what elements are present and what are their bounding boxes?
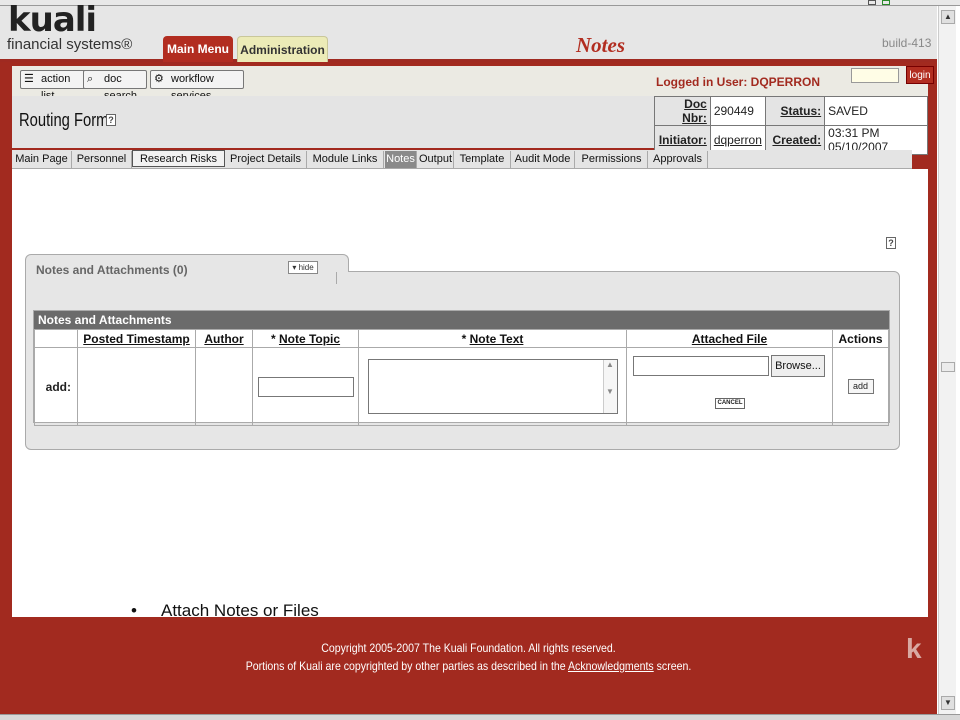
acknowledgments-link[interactable]: Acknowledgments bbox=[568, 659, 654, 673]
note-topic-cell bbox=[252, 347, 359, 426]
notes-section-tab: Notes and Attachments (0) ▾ hide bbox=[25, 254, 337, 284]
tab-personnel[interactable]: Personnel bbox=[72, 151, 132, 168]
document-tabs: Main Page Personnel Research Risks Proje… bbox=[12, 150, 912, 169]
action-list-button[interactable]: ☰ action list bbox=[20, 70, 88, 102]
tab-notes[interactable]: Notes bbox=[385, 151, 417, 168]
app-header: kuali financial systems® Main Menu Admin… bbox=[0, 0, 937, 62]
notes-section-title: Notes and Attachments (0) bbox=[36, 263, 188, 277]
logged-in-user: Logged in User: DQPERRON bbox=[656, 75, 821, 89]
footer-portions: Portions of Kuali are copyrighted by oth… bbox=[245, 659, 692, 673]
posted-timestamp-cell bbox=[77, 347, 196, 426]
note-text-cell: ▲ ▼ bbox=[358, 347, 627, 426]
textarea-scrollbar[interactable]: ▲ ▼ bbox=[602, 360, 617, 413]
document-info-table: Doc Nbr: 290449 Status: SAVED Initiator:… bbox=[654, 96, 928, 155]
cancel-button[interactable]: CANCEL bbox=[715, 398, 745, 409]
doc-nbr-label: Doc Nbr: bbox=[654, 96, 711, 126]
status-label: Status: bbox=[764, 96, 826, 126]
window-maximize-icon[interactable] bbox=[882, 0, 890, 5]
tab-project-details[interactable]: Project Details bbox=[225, 151, 307, 168]
tab-module-links[interactable]: Module Links bbox=[307, 151, 384, 168]
add-note-button[interactable]: add bbox=[847, 379, 874, 394]
browser-status-bar bbox=[0, 714, 960, 720]
col-note-text[interactable]: * Note Text bbox=[358, 329, 627, 348]
search-icon: ⌕ bbox=[87, 73, 94, 85]
notes-section: Notes and Attachments (0) ▾ hide Notes a… bbox=[25, 254, 900, 450]
section-help-icon[interactable]: ? bbox=[886, 237, 896, 249]
kuali-logo: kuali bbox=[8, 0, 97, 40]
tab-main-menu[interactable]: Main Menu bbox=[163, 36, 233, 62]
table-row: add: ▲ ▼ Browse... CANCEL add bbox=[34, 347, 889, 426]
note-text-area[interactable]: ▲ ▼ bbox=[367, 359, 618, 414]
window-minimize-icon[interactable] bbox=[868, 0, 876, 5]
col-author[interactable]: Author bbox=[195, 329, 253, 348]
notes-table-container: Notes and Attachments Posted Timestamp A… bbox=[33, 310, 890, 426]
row-label-header bbox=[34, 329, 78, 348]
build-number: build-413 bbox=[882, 36, 932, 50]
kuali-logo-subtitle: financial systems® bbox=[7, 36, 133, 53]
add-row-label: add: bbox=[34, 347, 78, 426]
login-button[interactable]: login bbox=[906, 66, 934, 84]
kuali-footer-logo-icon: k bbox=[906, 633, 922, 664]
tab-research-risks[interactable]: Research Risks bbox=[132, 150, 225, 167]
author-cell bbox=[195, 347, 253, 426]
scroll-thumb[interactable] bbox=[941, 362, 955, 372]
tab-approvals[interactable]: Approvals bbox=[648, 151, 708, 168]
vertical-scrollbar[interactable]: ▲ ▼ bbox=[938, 6, 956, 714]
doc-search-button[interactable]: ⌕ doc search bbox=[83, 70, 147, 102]
doc-nbr-value: 290449 bbox=[709, 96, 766, 126]
notes-table-title: Notes and Attachments bbox=[34, 311, 889, 329]
tab-output[interactable]: Output bbox=[418, 151, 454, 168]
tab-template[interactable]: Template bbox=[454, 151, 511, 168]
tab-main-page[interactable]: Main Page bbox=[12, 151, 72, 168]
toolbar: ☰ action list ⌕ doc search ⚙ workflow se… bbox=[12, 66, 934, 102]
attached-file-input[interactable] bbox=[633, 356, 769, 376]
status-value: SAVED bbox=[824, 96, 928, 126]
tab-audit-mode[interactable]: Audit Mode bbox=[511, 151, 575, 168]
list-icon: ☰ bbox=[24, 73, 34, 85]
notes-section-tab-corner bbox=[335, 254, 349, 272]
workflow-services-button[interactable]: ⚙ workflow services bbox=[150, 70, 244, 102]
scroll-down-icon[interactable]: ▼ bbox=[941, 696, 955, 710]
col-attached-file[interactable]: Attached File bbox=[626, 329, 833, 348]
tab-administration[interactable]: Administration bbox=[237, 36, 328, 62]
login-input[interactable] bbox=[851, 68, 899, 83]
footer-copyright: Copyright 2005-2007 The Kuali Foundation… bbox=[321, 641, 616, 655]
col-actions: Actions bbox=[832, 329, 889, 348]
col-posted-timestamp[interactable]: Posted Timestamp bbox=[77, 329, 196, 348]
browse-button[interactable]: Browse... bbox=[771, 355, 825, 377]
notes-table: Posted Timestamp Author * Note Topic * N… bbox=[34, 329, 889, 426]
help-icon[interactable]: ? bbox=[106, 114, 116, 126]
note-topic-input[interactable] bbox=[257, 376, 354, 397]
scroll-up-icon[interactable]: ▲ bbox=[941, 10, 955, 24]
col-note-topic[interactable]: * Note Topic bbox=[252, 329, 359, 348]
table-header-row: Posted Timestamp Author * Note Topic * N… bbox=[34, 329, 889, 348]
footer-text: Copyright 2005-2007 The Kuali Foundation… bbox=[56, 639, 881, 675]
attached-file-cell: Browse... CANCEL bbox=[626, 347, 833, 426]
footer: Copyright 2005-2007 The Kuali Foundation… bbox=[0, 617, 937, 714]
tab-permissions[interactable]: Permissions bbox=[576, 151, 648, 168]
document-title: Routing Form bbox=[19, 110, 109, 130]
gear-icon: ⚙ bbox=[154, 73, 164, 85]
document-header: Routing Form ? Doc Nbr: 290449 Status: S… bbox=[12, 96, 928, 155]
actions-cell: add bbox=[832, 347, 889, 426]
page-title: Notes bbox=[576, 33, 625, 57]
hide-button[interactable]: ▾ hide bbox=[288, 261, 318, 274]
